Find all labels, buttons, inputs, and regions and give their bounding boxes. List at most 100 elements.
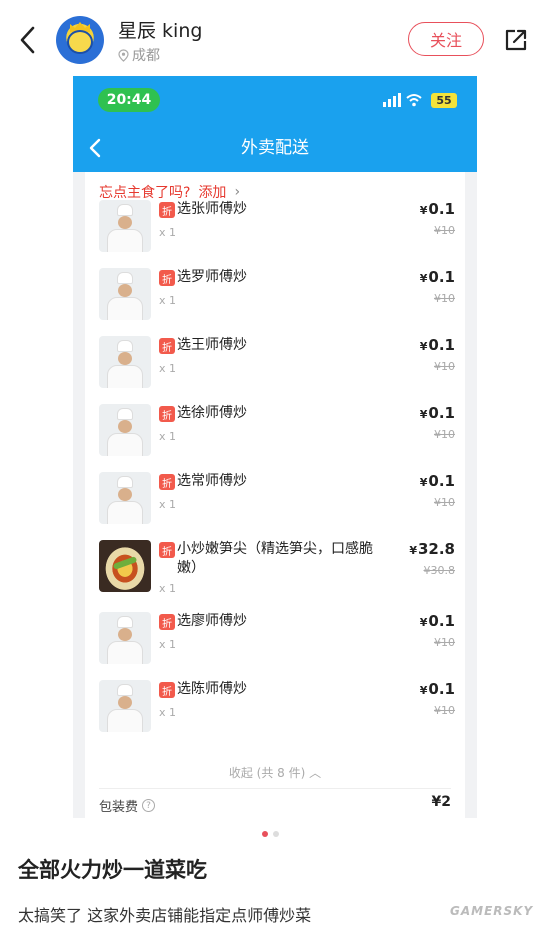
item-quantity: x 1 [159,706,177,719]
chef-photo[interactable] [99,268,151,320]
order-card: 忘点主食了吗? 添加 › 折选张师傅炒 x 1 ¥0.1 ¥10 折选罗师傅炒 x 1 ¥0… [85,172,465,818]
original-price: ¥10 [434,636,455,649]
order-item[interactable]: 折选张师傅炒 x 1 ¥0.1 ¥10 [99,200,455,260]
addon-prompt: 忘点主食了吗? [99,185,191,201]
currency-symbol: ¥ [419,476,428,489]
user-name[interactable]: 星辰 king [118,16,202,43]
price-value: 0.1 [428,472,455,490]
packing-fee-price: ¥2 [431,794,451,810]
currency-symbol: ¥ [419,408,428,421]
order-item[interactable]: 折选廖师傅炒 x 1 ¥0.1 ¥10 [99,612,455,672]
user-location: 成都 [118,45,160,65]
chef-photo[interactable] [99,404,151,456]
discount-tag: 折 [159,270,175,286]
price-value: 0.1 [428,612,455,630]
back-arrow-icon[interactable] [14,24,42,56]
post-title: 全部火力炒一道菜吃 [18,858,207,882]
item-name: 选常师傅炒 [177,473,247,489]
nav-bar: 外卖配送 [73,124,477,172]
watermark-logo: GAMERSKY [450,904,534,918]
item-price: ¥0.1 [420,404,455,422]
original-price: ¥10 [434,704,455,717]
order-item[interactable]: 折选常师傅炒 x 1 ¥0.1 ¥10 [99,472,455,532]
item-quantity: x 1 [159,294,177,307]
order-item[interactable]: 折选王师傅炒 x 1 ¥0.1 ¥10 [99,336,455,396]
follow-button[interactable]: 关注 [408,22,484,56]
chef-photo[interactable] [99,336,151,388]
currency-symbol: ¥ [419,684,428,697]
original-price: ¥10 [434,496,455,509]
share-icon[interactable] [502,26,530,54]
item-quantity: x 1 [159,430,177,443]
original-price: ¥10 [434,292,455,305]
location-text: 成都 [132,48,160,64]
chevron-right-icon: › [234,184,241,200]
original-price: ¥10 [434,360,455,373]
item-price: ¥0.1 [420,200,455,218]
item-price: ¥0.1 [420,612,455,630]
collapse-label: 收起 (共 8 件) [228,766,306,780]
item-quantity: x 1 [159,638,177,651]
price-value: 0.1 [428,404,455,422]
order-item[interactable]: 折选徐师傅炒 x 1 ¥0.1 ¥10 [99,404,455,464]
item-quantity: x 1 [159,226,177,239]
order-item[interactable]: 折选陈师傅炒 x 1 ¥0.1 ¥10 [99,680,455,740]
avatar-face [67,30,93,54]
item-price: ¥32.8 [409,540,455,558]
item-name: 小炒嫩笋尖（精选笋尖，口感脆嫩） [177,541,373,576]
post-body: 太搞笑了 这家外卖店铺能指定点师傅炒菜 [18,906,312,925]
item-name: 选廖师傅炒 [177,613,247,629]
item-name: 选徐师傅炒 [177,405,247,421]
original-price: ¥10 [434,224,455,237]
item-name: 选罗师傅炒 [177,269,247,285]
nav-back-icon[interactable] [87,137,103,159]
item-quantity: x 1 [159,498,177,511]
item-name: 选陈师傅炒 [177,681,247,697]
item-name: 选张师傅炒 [177,201,247,217]
item-quantity: x 1 [159,582,177,595]
carousel-dots [262,831,279,837]
price-value: 0.1 [428,336,455,354]
addon-add-link[interactable]: 添加 [198,182,226,202]
item-price: ¥0.1 [420,472,455,490]
price-value: 0.1 [428,680,455,698]
item-quantity: x 1 [159,362,177,375]
packing-fee-label: 包装费 [99,800,139,815]
chef-photo[interactable] [99,472,151,524]
discount-tag: 折 [159,338,175,354]
status-time: 20:44 [98,88,160,112]
currency-symbol: ¥ [419,340,428,353]
currency-symbol: ¥ [419,616,428,629]
chef-photo[interactable] [99,612,151,664]
price-value: 0.1 [428,268,455,286]
collapse-toggle[interactable]: 收起 (共 8 件) ︿ [85,764,465,781]
carousel-dot-active[interactable] [262,831,268,837]
nav-title: 外卖配送 [241,138,309,158]
discount-tag: 折 [159,474,175,490]
embedded-screenshot[interactable]: 20:44 55 外卖配送 忘点主食了吗? 添加 › 折选张师傅炒 x 1 ¥0.1… [73,76,477,818]
carousel-dot[interactable] [273,831,279,837]
chef-photo[interactable] [99,200,151,252]
original-price: ¥10 [434,428,455,441]
chevron-up-icon: ︿ [309,766,322,780]
price-value: 0.1 [428,200,455,218]
status-bar: 20:44 55 [73,76,477,124]
discount-tag: 折 [159,682,175,698]
signal-wifi-icon [383,93,422,107]
help-icon[interactable]: ? [142,799,156,812]
discount-tag: 折 [159,542,175,558]
item-price: ¥0.1 [420,336,455,354]
chef-photo[interactable] [99,680,151,732]
original-price: ¥30.8 [423,564,456,577]
item-price: ¥0.1 [420,268,455,286]
avatar[interactable] [56,16,104,64]
post-header: 星辰 king 成都 关注 [0,0,550,80]
order-item[interactable]: 折选罗师傅炒 x 1 ¥0.1 ¥10 [99,268,455,328]
dish-photo[interactable] [99,540,151,592]
addon-prompt-row[interactable]: 忘点主食了吗? 添加 › [99,182,240,202]
order-item[interactable]: 折小炒嫩笋尖（精选笋尖，口感脆嫩） x 1 ¥32.8 ¥30.8 [99,540,455,600]
item-price: ¥0.1 [420,680,455,698]
item-name: 选王师傅炒 [177,337,247,353]
currency-symbol: ¥ [419,204,428,217]
divider [99,788,451,789]
